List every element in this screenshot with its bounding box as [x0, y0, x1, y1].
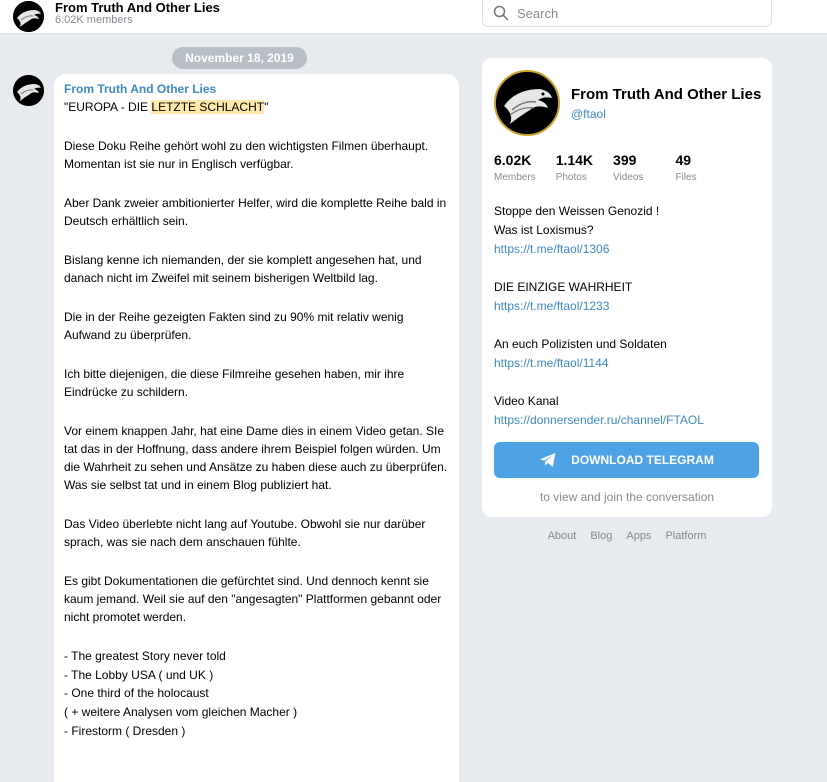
- list-item: ( + weitere Analysen vom gleichen Macher…: [64, 705, 298, 720]
- message-author[interactable]: From Truth And Other Lies: [64, 82, 449, 96]
- stat-members: 6.02K Members: [494, 152, 536, 184]
- channel-stats: 6.02K Members 1.14K Photos 399 Videos 49…: [494, 152, 717, 184]
- stat-label: Files: [675, 172, 697, 183]
- description-line: Video Kanal: [494, 394, 559, 408]
- message-paragraph: Die in der Reihe gezeigten Fakten sind z…: [64, 310, 404, 342]
- card-channel-title: From Truth And Other Lies: [571, 86, 762, 103]
- channel-info-card: From Truth And Other Lies @ftaol 6.02K M…: [482, 58, 772, 517]
- description-line: Was ist Loxismus?: [494, 223, 594, 237]
- list-item: - Firestorm ( Dresden ): [64, 723, 186, 738]
- channel-handle[interactable]: @ftaol: [571, 107, 606, 121]
- message-paragraph: Ich bitte diejenigen, die diese Filmreih…: [64, 367, 405, 399]
- stat-label: Videos: [613, 172, 644, 183]
- search-input[interactable]: [517, 4, 757, 22]
- member-count: 6.02K members: [55, 14, 133, 26]
- message-paragraph: Aber Dank zweier ambitionierter Helfer, …: [64, 196, 447, 228]
- description-link[interactable]: https://t.me/ftaol/1233: [494, 299, 609, 313]
- channel-description: Stoppe den Weissen Genozid ! Was ist Lox…: [494, 202, 764, 430]
- search-box[interactable]: [482, 0, 772, 27]
- message-paragraph: Vor einem knappen Jahr, hat eine Dame di…: [64, 424, 448, 492]
- message-paragraph: Bislang kenne ich niemanden, der sie kom…: [64, 253, 422, 285]
- description-line: Stoppe den Weissen Genozid !: [494, 204, 660, 218]
- download-telegram-button[interactable]: DOWNLOAD TELEGRAM: [494, 442, 759, 478]
- footer-link-blog[interactable]: Blog: [590, 530, 612, 542]
- eagle-logo-icon: [13, 75, 44, 106]
- stat-files: 49 Files: [675, 152, 696, 184]
- message-author-avatar[interactable]: [13, 75, 44, 106]
- message-paragraph: Diese Doku Reihe gehört wohl zu den wich…: [64, 139, 429, 171]
- message-paragraph: Es gibt Dokumentationen die gefürchtet s…: [64, 574, 442, 624]
- message-paragraph: Das Video überlebte nicht lang auf Youtu…: [64, 517, 426, 549]
- title-suffix: ": [264, 100, 269, 114]
- highlighted-text: LETZTE SCHLACHT: [151, 100, 265, 114]
- list-item: - One third of the holocaust: [64, 686, 209, 701]
- footer-links: About Blog Apps Platform: [482, 530, 772, 542]
- message-bubble: From Truth And Other Lies "EUROPA - DIE …: [54, 74, 459, 782]
- list-item: - The greatest Story never told: [64, 649, 226, 663]
- description-line: An euch Polizisten und Soldaten: [494, 337, 667, 351]
- search-icon: [493, 5, 509, 21]
- footer-link-platform[interactable]: Platform: [665, 530, 706, 542]
- stat-value: 49: [675, 152, 692, 168]
- channel-name[interactable]: From Truth And Other Lies: [55, 0, 220, 15]
- stat-value: 6.02K: [494, 152, 532, 168]
- footer-link-apps[interactable]: Apps: [626, 530, 651, 542]
- stat-label: Members: [494, 172, 536, 183]
- description-link[interactable]: https://donnersender.ru/channel/FTAOL: [494, 413, 704, 427]
- message-title: "EUROPA - DIE LETZTE SCHLACHT": [64, 98, 449, 116]
- description-link[interactable]: https://t.me/ftaol/1306: [494, 242, 609, 256]
- channel-avatar-large: [494, 70, 560, 136]
- stat-videos: 399 Videos: [613, 152, 643, 184]
- description-line: DIE EINZIGE WAHRHEIT: [494, 280, 633, 294]
- telegram-plane-icon: [540, 453, 556, 467]
- title-prefix: "EUROPA - DIE: [64, 100, 152, 114]
- footer-link-about[interactable]: About: [548, 530, 577, 542]
- list-item: - The Lobby USA ( und UK ): [64, 667, 214, 682]
- channel-avatar[interactable]: [13, 1, 44, 32]
- stat-photos: 1.14K Photos: [556, 152, 593, 184]
- download-button-label: DOWNLOAD TELEGRAM: [571, 453, 714, 467]
- stat-value: 1.14K: [555, 152, 594, 168]
- eagle-logo-icon: [13, 1, 44, 32]
- stat-value: 399: [613, 152, 637, 168]
- date-separator: November 18, 2019: [172, 47, 307, 69]
- top-header: From Truth And Other Lies 6.02K members: [0, 0, 827, 34]
- description-link[interactable]: https://t.me/ftaol/1144: [494, 356, 609, 370]
- eagle-logo-icon: [496, 72, 558, 134]
- stat-label: Photos: [555, 172, 587, 183]
- join-hint: to view and join the conversation: [539, 490, 715, 504]
